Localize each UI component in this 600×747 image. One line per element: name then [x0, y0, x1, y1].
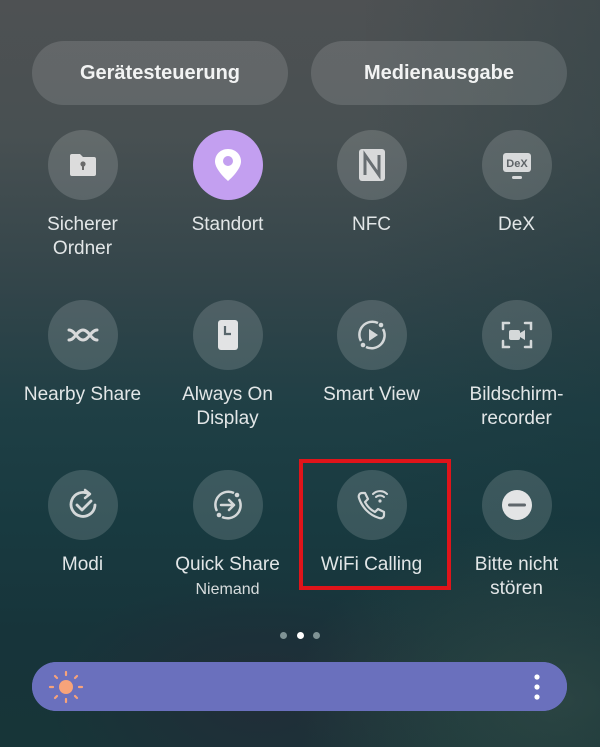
- tile-label: NFC: [351, 214, 392, 235]
- tile-modes[interactable]: Modi: [10, 470, 155, 577]
- tile-nfc[interactable]: NFC: [299, 130, 444, 237]
- tile-button[interactable]: [47, 130, 118, 200]
- tile-label: WiFi Calling: [320, 554, 423, 575]
- sun-icon: [48, 670, 84, 704]
- tile-button[interactable]: [481, 470, 552, 540]
- tile-secure-folder[interactable]: Sicherer Ordner: [10, 130, 155, 261]
- device-control-label: Gerätesteuerung: [79, 61, 241, 84]
- screen-recorder-icon: [501, 321, 532, 349]
- tile-screen-recorder[interactable]: Bildschirm- recorder: [444, 300, 589, 431]
- tile-dex[interactable]: DeX DeX: [444, 130, 589, 237]
- tile-quick-share[interactable]: Quick Share Niemand: [155, 470, 300, 600]
- media-output-button[interactable]: Medienausgabe: [311, 41, 567, 105]
- more-options-icon[interactable]: [532, 673, 542, 701]
- page-dot[interactable]: [280, 631, 287, 639]
- tile-label: Quick Share: [175, 554, 280, 575]
- tile-label: Nearby Share: [23, 384, 142, 405]
- tile-button[interactable]: [336, 300, 407, 370]
- tile-label: DeX: [498, 214, 535, 235]
- tile-label: Smart View: [323, 384, 420, 405]
- nfc-icon: [358, 149, 385, 181]
- tile-do-not-disturb[interactable]: Bitte nicht stören: [444, 470, 589, 601]
- tile-label: Bitte nicht stören: [474, 554, 559, 599]
- tile-always-on-display[interactable]: Always On Display: [155, 300, 300, 431]
- tile-button[interactable]: [481, 300, 552, 370]
- tile-sublabel: Niemand: [195, 581, 260, 598]
- tile-button[interactable]: [192, 300, 263, 370]
- brightness-slider[interactable]: [32, 662, 567, 711]
- wifi-calling-icon: [357, 490, 388, 520]
- tile-location[interactable]: Standort: [155, 130, 300, 237]
- tile-smart-view[interactable]: Smart View: [299, 300, 444, 407]
- tile-button[interactable]: DeX: [481, 130, 552, 200]
- tile-button[interactable]: [47, 300, 118, 370]
- secure-folder-icon: [69, 154, 96, 176]
- page-indicator: [280, 630, 320, 640]
- dex-monitor-icon: DeX: [502, 153, 531, 179]
- tile-label: Standort: [191, 214, 264, 235]
- media-output-label: Medienausgabe: [363, 61, 515, 84]
- tile-button[interactable]: [336, 130, 407, 200]
- tile-label: Sicherer Ordner: [47, 214, 118, 259]
- tile-button[interactable]: [192, 470, 263, 540]
- smart-view-icon: [357, 320, 386, 350]
- nearby-share-icon: [67, 328, 98, 342]
- device-control-button[interactable]: Gerätesteuerung: [32, 41, 288, 105]
- tile-button[interactable]: [47, 470, 118, 540]
- tile-button[interactable]: [192, 130, 263, 200]
- always-on-display-icon: [217, 320, 238, 350]
- page-dot-active[interactable]: [296, 631, 304, 639]
- page-dot[interactable]: [313, 631, 320, 639]
- modes-icon: [69, 488, 96, 518]
- tile-label: Modi: [61, 554, 104, 575]
- tile-label: Bildschirm- recorder: [469, 384, 564, 429]
- tile-nearby-share[interactable]: Nearby Share: [10, 300, 155, 407]
- tile-wifi-calling[interactable]: WiFi Calling: [299, 470, 444, 577]
- quick-share-icon: [213, 490, 242, 520]
- location-pin-icon: [214, 149, 241, 181]
- brightness-fill: [32, 662, 567, 711]
- do-not-disturb-icon: [501, 490, 532, 520]
- tile-button[interactable]: [336, 470, 407, 540]
- dex-icon-text: DeX: [506, 158, 528, 170]
- tile-label: Always On Display: [182, 384, 273, 429]
